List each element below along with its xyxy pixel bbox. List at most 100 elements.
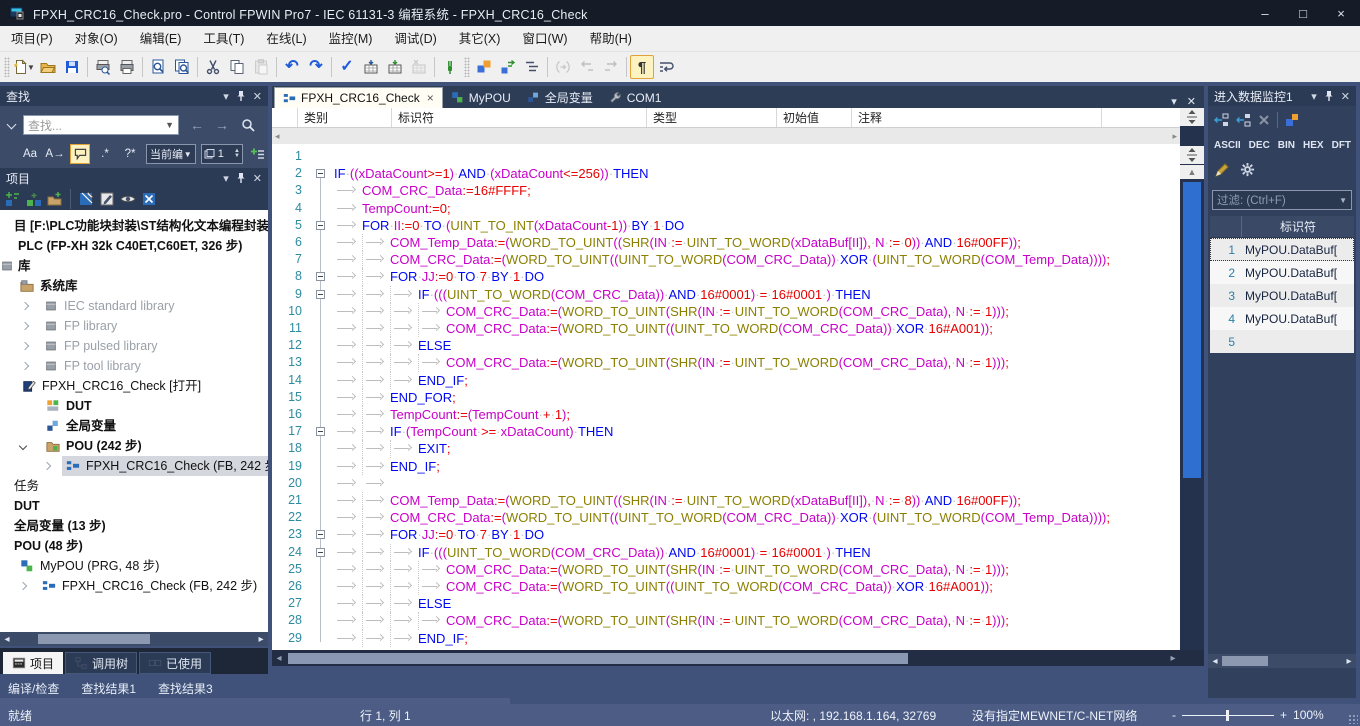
menu-item[interactable]: 其它(X) bbox=[448, 26, 512, 52]
save-button[interactable] bbox=[60, 55, 84, 79]
print-preview-button[interactable] bbox=[91, 55, 115, 79]
code-line[interactable]: 19END_IF; bbox=[272, 458, 1180, 475]
tree-item[interactable]: 库 bbox=[0, 256, 268, 276]
chevron-right-icon[interactable] bbox=[21, 322, 29, 330]
fold-collapse-icon[interactable] bbox=[316, 169, 325, 178]
outline-list-button[interactable] bbox=[520, 55, 544, 79]
cut-button[interactable] bbox=[201, 55, 225, 79]
pilcrow-button[interactable]: ¶ bbox=[630, 55, 654, 79]
code-line[interactable]: 24IF·(((UINT_TO_WORD(COM_CRC_Data))·AND·… bbox=[272, 544, 1180, 561]
code-line[interactable]: 17IF·(TempCount·>=·xDataCount)·THEN bbox=[272, 423, 1180, 440]
close-panel-icon[interactable]: ✕ bbox=[253, 90, 262, 103]
format-HEX-button[interactable]: HEX bbox=[1303, 140, 1324, 151]
watch-row[interactable]: 5 bbox=[1210, 330, 1354, 353]
search-icon[interactable] bbox=[241, 118, 255, 132]
code-line[interactable]: 6COM_Temp_Data:=(WORD_TO_UINT((SHR(IN·:=… bbox=[272, 234, 1180, 251]
code-line[interactable]: 2IF·((xDataCount>=1)·AND·(xDataCount<=25… bbox=[272, 165, 1180, 182]
zoom-in-button[interactable]: + bbox=[1280, 708, 1287, 722]
jump-fwd-button[interactable] bbox=[599, 55, 623, 79]
editor-tab-COM1[interactable]: COM1 bbox=[601, 87, 670, 108]
tree-item[interactable]: DUT bbox=[0, 496, 268, 516]
filter-input[interactable]: 过滤: (Ctrl+F) ▼ bbox=[1212, 190, 1352, 210]
project-toolbar-tree-eye-icon[interactable] bbox=[119, 190, 137, 208]
editor-tab-FPXH_CRC16_Check[interactable]: FPXH_CRC16_Check× bbox=[274, 87, 443, 108]
blocks-button[interactable] bbox=[472, 55, 496, 79]
code-line[interactable]: 26COM_CRC_Data:=(WORD_TO_UINT((UINT_TO_W… bbox=[272, 578, 1180, 595]
format-DEC-button[interactable]: DEC bbox=[1249, 140, 1270, 151]
code-line[interactable]: 20 bbox=[272, 475, 1180, 492]
goto-ref-button[interactable] bbox=[551, 55, 575, 79]
close-button[interactable]: × bbox=[1322, 0, 1360, 26]
tree-item[interactable]: FP library bbox=[0, 316, 268, 336]
menu-item[interactable]: 项目(P) bbox=[0, 26, 64, 52]
menu-item[interactable]: 编辑(E) bbox=[129, 26, 193, 52]
tree-item[interactable]: MyPOU (PRG, 48 步) bbox=[0, 556, 268, 576]
copy-button[interactable] bbox=[225, 55, 249, 79]
edit-pencil-icon[interactable] bbox=[1214, 162, 1230, 178]
tree-item[interactable]: 目 [F:\PLC功能块封装\ST结构化文本编程封装功 bbox=[0, 216, 268, 236]
code-line[interactable]: 14END_IF; bbox=[272, 372, 1180, 389]
result-count-stepper[interactable]: 1 ▲▼ bbox=[201, 144, 243, 164]
close-panel-icon[interactable]: ✕ bbox=[1341, 90, 1350, 103]
st-code-editor[interactable]: 12IF·((xDataCount>=1)·AND·(xDataCount<=2… bbox=[272, 144, 1180, 650]
wildcard-button[interactable]: ?* bbox=[120, 144, 140, 164]
pin-icon[interactable] bbox=[236, 172, 246, 184]
search-dropdown-icon[interactable]: ▼ bbox=[165, 120, 174, 130]
output-tab[interactable]: 查找结果1 bbox=[81, 680, 136, 697]
chevron-right-icon[interactable] bbox=[19, 582, 27, 590]
undo-button[interactable]: ↶ bbox=[280, 55, 304, 79]
code-hscrollbar[interactable]: ◂ ▸ bbox=[272, 650, 1180, 666]
check-button[interactable]: ✓ bbox=[335, 55, 359, 79]
tree-item[interactable]: FPXH_CRC16_Check (FB, 242 步) bbox=[0, 576, 268, 596]
new-file-button[interactable]: ▼ bbox=[12, 55, 36, 79]
code-line[interactable]: 4TempCount:=0; bbox=[272, 200, 1180, 217]
add-to-list-icon[interactable] bbox=[248, 144, 268, 164]
watch-row[interactable]: 3MyPOU.DataBuf[ bbox=[1210, 284, 1354, 307]
find-next-icon[interactable]: → bbox=[215, 118, 229, 132]
zoom-out-button[interactable]: - bbox=[1172, 708, 1176, 722]
menu-item[interactable]: 监控(M) bbox=[318, 26, 384, 52]
dock-tab-已使用[interactable]: 已使用 bbox=[139, 652, 211, 674]
code-line[interactable]: 9IF·(((UINT_TO_WORD(COM_CRC_Data))·AND·1… bbox=[272, 286, 1180, 303]
code-line[interactable]: 11COM_CRC_Data:=(WORD_TO_UINT((UINT_TO_W… bbox=[272, 320, 1180, 337]
tree-item[interactable]: 任务 bbox=[0, 476, 268, 496]
menu-item[interactable]: 窗口(W) bbox=[511, 26, 578, 52]
redo-button[interactable]: ↷ bbox=[304, 55, 328, 79]
code-line[interactable]: 23FOR·JJ:=0·TO·7·BY·1·DO bbox=[272, 526, 1180, 543]
project-toolbar-tree-export-icon[interactable] bbox=[140, 190, 158, 208]
minimize-button[interactable]: – bbox=[1246, 0, 1284, 26]
chevron-right-icon[interactable] bbox=[43, 462, 51, 470]
maximize-button[interactable]: □ bbox=[1284, 0, 1322, 26]
code-line[interactable]: 25COM_CRC_Data:=(WORD_TO_UINT(SHR(IN·:=·… bbox=[272, 561, 1180, 578]
editor-tab-全局变量[interactable]: 全局变量 bbox=[519, 87, 601, 108]
tab-list-icon[interactable]: ▾ bbox=[1171, 95, 1177, 108]
tree-item[interactable]: FPXH_CRC16_Check [打开] bbox=[0, 376, 268, 396]
insert-variable-icon[interactable] bbox=[1214, 113, 1229, 127]
tree-item[interactable]: FP tool library bbox=[0, 356, 268, 376]
menu-item[interactable]: 对象(O) bbox=[64, 26, 129, 52]
toolbar-grip[interactable] bbox=[4, 57, 10, 77]
tab-close-icon[interactable]: × bbox=[427, 91, 434, 105]
tree-item[interactable]: FPXH_CRC16_Check (FB, 242 步) bbox=[0, 456, 268, 476]
watch-row[interactable]: 1MyPOU.DataBuf[ bbox=[1210, 238, 1354, 261]
fold-collapse-icon[interactable] bbox=[316, 290, 325, 299]
insert-variable-below-icon[interactable] bbox=[1236, 113, 1251, 127]
editor-tab-MyPOU[interactable]: MyPOU bbox=[443, 87, 519, 108]
zoom-slider[interactable] bbox=[1182, 715, 1274, 716]
fold-collapse-icon[interactable] bbox=[316, 221, 325, 230]
code-line[interactable]: 18EXIT; bbox=[272, 440, 1180, 457]
output-tab[interactable]: 查找结果3 bbox=[158, 680, 213, 697]
watch-menu-icon[interactable]: ▾ bbox=[1311, 90, 1317, 103]
menu-item[interactable]: 调试(D) bbox=[383, 26, 447, 52]
chevron-right-icon[interactable] bbox=[21, 362, 29, 370]
code-line[interactable]: 1 bbox=[272, 148, 1180, 165]
code-line[interactable]: 28COM_CRC_Data:=(WORD_TO_UINT(SHR(IN·:=·… bbox=[272, 612, 1180, 629]
code-line[interactable]: 3COM_CRC_Data:=16#FFFF; bbox=[272, 182, 1180, 199]
code-vscrollbar[interactable]: ▲ bbox=[1180, 108, 1204, 650]
tree-item[interactable]: 系统库 bbox=[0, 276, 268, 296]
fold-collapse-icon[interactable] bbox=[316, 530, 325, 539]
watch-row[interactable]: 2MyPOU.DataBuf[ bbox=[1210, 261, 1354, 284]
find-in-page-button[interactable] bbox=[146, 55, 170, 79]
gear-icon[interactable] bbox=[1240, 162, 1255, 178]
fold-collapse-icon[interactable] bbox=[316, 427, 325, 436]
